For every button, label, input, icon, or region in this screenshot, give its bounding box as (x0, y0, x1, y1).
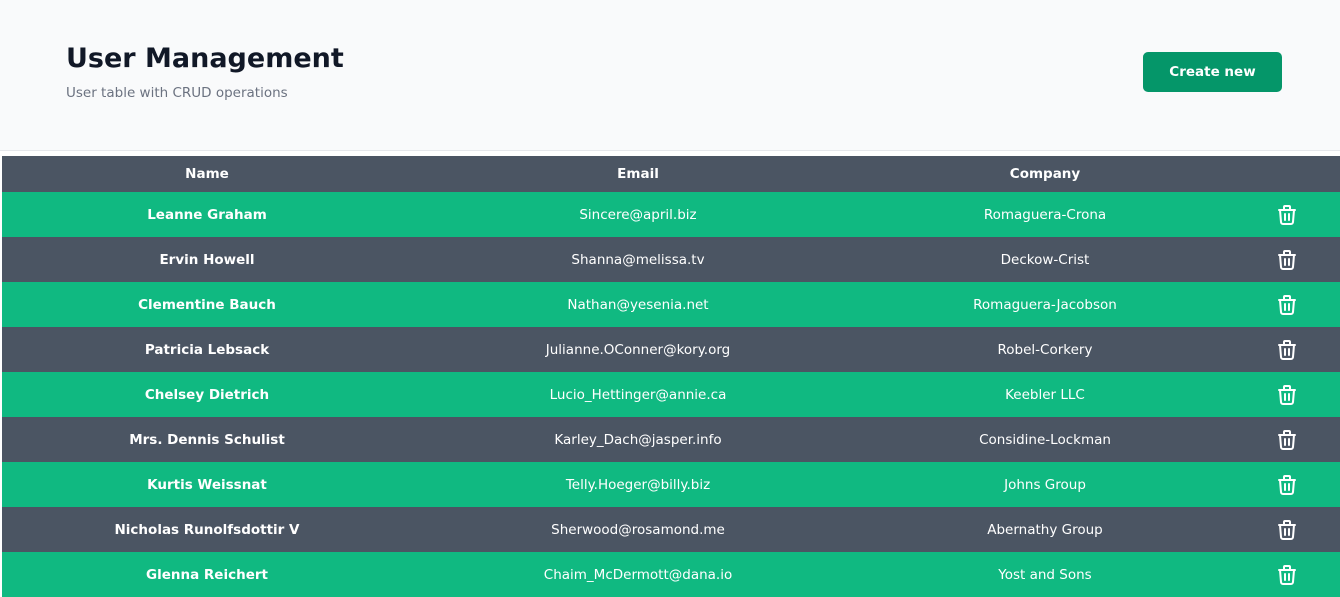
trash-icon[interactable] (1275, 203, 1299, 227)
cell-actions (1226, 282, 1340, 327)
trash-icon[interactable] (1275, 293, 1299, 317)
table-row[interactable]: Kurtis Weissnat Telly.Hoeger@billy.biz Joh… (2, 462, 1340, 507)
cell-actions (1226, 192, 1340, 237)
trash-icon[interactable] (1275, 428, 1299, 452)
cell-name: Mrs. Dennis Schulist (129, 431, 285, 448)
column-header-actions (1226, 156, 1340, 192)
page-subtitle: User table with CRUD operations (66, 85, 288, 101)
column-header-email: Email (617, 166, 659, 182)
table-row[interactable]: Chelsey Dietrich Lucio_Hettinger@annie.ca… (2, 372, 1340, 417)
cell-email: Nathan@yesenia.net (567, 296, 709, 313)
cell-email: Shanna@melissa.tv (571, 251, 705, 268)
cell-company: Keebler LLC (1005, 386, 1085, 403)
cell-actions (1226, 327, 1340, 372)
cell-email: Sherwood@rosamond.me (551, 521, 725, 538)
trash-icon[interactable] (1275, 518, 1299, 542)
cell-email: Karley_Dach@jasper.info (554, 431, 722, 448)
trash-icon[interactable] (1275, 563, 1299, 587)
cell-name: Kurtis Weissnat (147, 476, 267, 493)
page-header: User Management User table with CRUD ope… (0, 0, 1340, 151)
cell-company: Romaguera-Crona (983, 206, 1107, 223)
cell-actions (1226, 372, 1340, 417)
cell-name: Patricia Lebsack (144, 341, 270, 358)
user-table-container: Name Email Company Leanne Graham Sincere@… (2, 156, 1340, 597)
cell-company: Johns Group (1004, 476, 1086, 493)
table-row[interactable]: Glenna Reichert Chaim_McDermott@dana.io Yo… (2, 552, 1340, 597)
cell-name: Glenna Reichert (146, 566, 268, 583)
cell-name: Ervin Howell (159, 251, 255, 268)
cell-email: Lucio_Hettinger@annie.ca (549, 386, 727, 403)
table-header: Name Email Company (2, 156, 1340, 192)
cell-email: Julianne.OConner@kory.org (545, 341, 731, 358)
cell-name: Chelsey Dietrich (144, 386, 270, 403)
cell-actions (1226, 462, 1340, 507)
cell-actions (1226, 417, 1340, 462)
page-title: User Management (66, 43, 344, 74)
cell-actions (1226, 552, 1340, 597)
cell-company: Considine-Lockman (979, 431, 1111, 448)
trash-icon[interactable] (1275, 338, 1299, 362)
table-row[interactable]: Ervin Howell Shanna@melissa.tv Deckow-Cris… (2, 237, 1340, 282)
cell-email: Sincere@april.biz (579, 206, 697, 223)
table-row[interactable]: Nicholas Runolfsdottir V Sherwood@rosamon… (2, 507, 1340, 552)
cell-email: Telly.Hoeger@billy.biz (565, 476, 711, 493)
user-table: Name Email Company Leanne Graham Sincere@… (2, 156, 1340, 597)
cell-actions (1226, 237, 1340, 282)
create-new-button[interactable]: Create new (1143, 52, 1282, 92)
table-row[interactable]: Patricia Lebsack Julianne.OConner@kory.or… (2, 327, 1340, 372)
cell-company: Abernathy Group (987, 521, 1103, 538)
cell-name: Leanne Graham (147, 206, 267, 223)
table-row[interactable]: Leanne Graham Sincere@april.biz Romaguera-… (2, 192, 1340, 237)
cell-company: Yost and Sons (998, 566, 1092, 583)
column-header-name: Name (185, 166, 229, 182)
table-body: Leanne Graham Sincere@april.biz Romaguera-… (2, 192, 1340, 597)
cell-name: Clementine Bauch (138, 296, 276, 313)
trash-icon[interactable] (1275, 248, 1299, 272)
cell-email: Chaim_McDermott@dana.io (543, 566, 733, 583)
trash-icon[interactable] (1275, 383, 1299, 407)
table-row[interactable]: Clementine Bauch Nathan@yesenia.net Romagu… (2, 282, 1340, 327)
column-header-company: Company (1009, 166, 1081, 182)
cell-company: Robel-Corkery (997, 341, 1093, 358)
cell-company: Deckow-Crist (1000, 251, 1090, 268)
cell-company: Romaguera-Jacobson (973, 296, 1117, 313)
cell-name: Nicholas Runolfsdottir V (114, 521, 300, 538)
table-row[interactable]: Mrs. Dennis Schulist Karley_Dach@jasper.i… (2, 417, 1340, 462)
table-header-row: Name Email Company (2, 156, 1340, 192)
trash-icon[interactable] (1275, 473, 1299, 497)
cell-actions (1226, 507, 1340, 552)
